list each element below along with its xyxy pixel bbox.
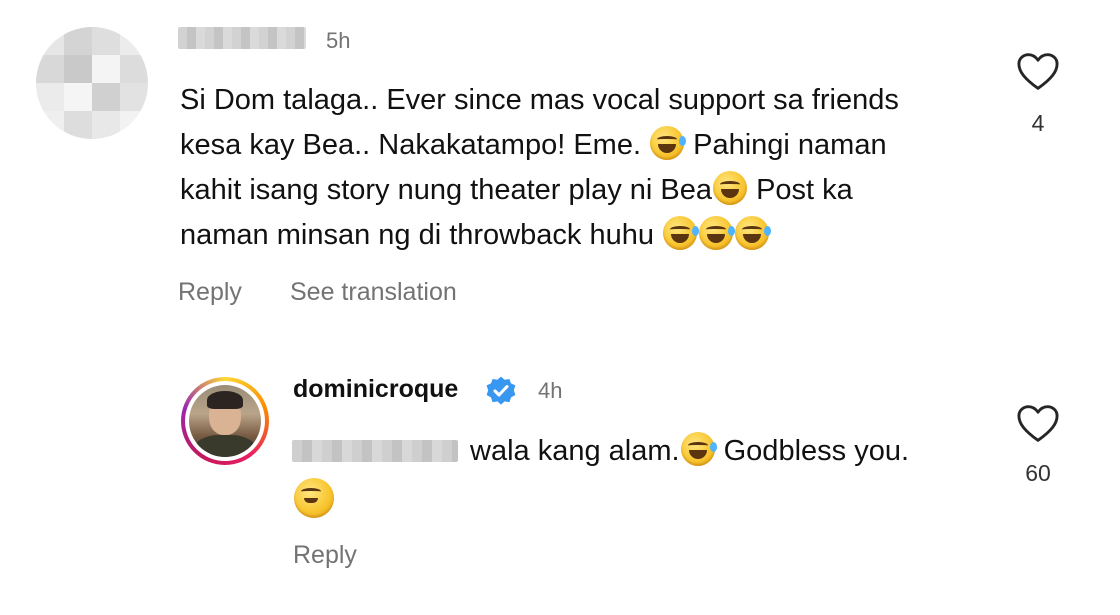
comment-body: Si Dom talaga.. Ever since mas vocal sup… [180,78,1000,258]
face-with-tears-of-joy-icon [650,126,687,160]
comment-line: kahit isang story nung theater play ni B… [180,174,712,206]
commenter-avatar-blurred[interactable] [36,27,148,139]
like-count: 4 [1031,110,1045,136]
verified-badge-icon [486,376,516,405]
grinning-face-with-sweat-icon [699,216,736,250]
reply-text: Godbless you. [723,435,910,467]
comment-line: naman minsan ng di throwback huhu [180,219,654,251]
comment-line: Si Dom talaga.. Ever since mas vocal sup… [180,84,899,116]
comment-line: Post ka [756,174,853,206]
commenter-username-redacted[interactable] [178,27,306,49]
grinning-face-with-sweat-icon [663,216,700,250]
face-with-tears-of-joy-icon [680,432,717,466]
reply-username[interactable]: dominicroque [293,375,458,404]
reply-body: wala kang alam. Godbless you. [470,429,1030,474]
grinning-face-with-sweat-icon [735,216,772,250]
avatar [185,381,265,461]
grinning-face-icon [713,171,747,205]
heart-outline-icon[interactable] [1016,52,1060,92]
see-translation-button[interactable]: See translation [290,278,457,307]
reply-text: wala kang alam. [470,435,680,467]
story-ring[interactable] [181,377,269,465]
comment-line: kesa kay Bea.. Nakakatampo! Eme. [180,129,641,161]
comment-timestamp: 5h [326,28,351,53]
winking-face-icon [294,478,334,518]
like-count: 60 [1025,460,1051,486]
mention-redacted[interactable] [292,440,458,462]
reply-button[interactable]: Reply [178,278,242,307]
comment-line: Pahingi naman [693,129,887,161]
reply-button[interactable]: Reply [293,541,357,570]
heart-outline-icon[interactable] [1016,404,1060,444]
reply-timestamp: 4h [538,378,563,403]
profile-photo [189,385,261,457]
